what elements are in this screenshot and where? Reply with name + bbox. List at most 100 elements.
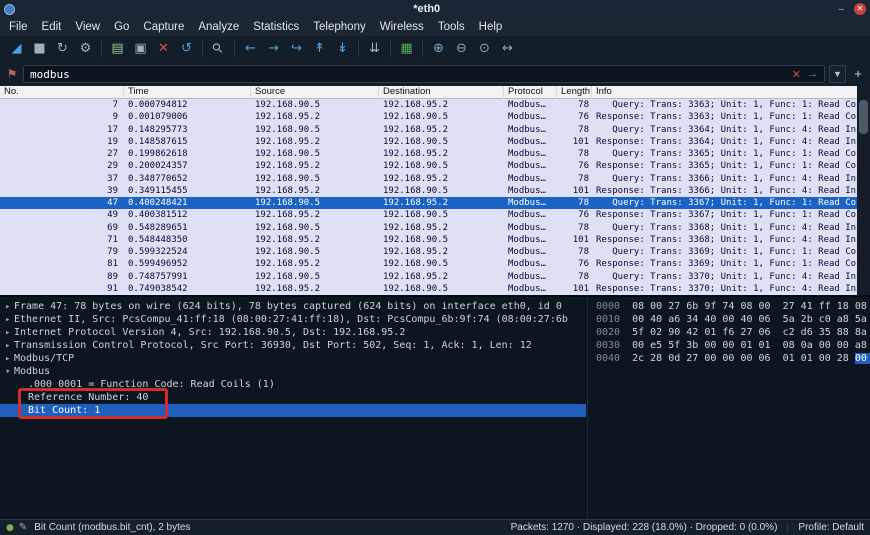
packet-row[interactable]: 810.599496952192.168.95.2192.168.90.5Mod… <box>0 258 870 270</box>
detail-line[interactable]: .000 0001 = Function Code: Read Coils (1… <box>0 378 586 391</box>
cell-info: Response: Trans: 3365; Unit: 1, Func: 1:… <box>592 160 870 172</box>
reload-icon[interactable]: ↺ <box>175 38 198 60</box>
title-bar: *eth0 – ✕ <box>0 0 870 18</box>
scrollbar-thumb[interactable] <box>859 100 868 134</box>
capture-options-icon[interactable]: ⚙ <box>74 38 97 60</box>
start-capture-icon[interactable]: ◢ <box>5 38 28 60</box>
packet-row[interactable]: 70.000794812192.168.90.5192.168.95.2Modb… <box>0 99 870 111</box>
add-filter-button[interactable]: + <box>850 65 866 83</box>
packet-row[interactable]: 170.148295773192.168.90.5192.168.95.2Mod… <box>0 124 870 136</box>
minimize-button[interactable]: – <box>838 4 844 15</box>
cell-len: 78 <box>557 148 592 160</box>
apply-filter-icon[interactable]: → <box>807 68 818 80</box>
zoom-out-icon[interactable]: ⊖ <box>450 38 473 60</box>
menu-capture[interactable]: Capture <box>136 18 191 36</box>
menu-go[interactable]: Go <box>107 18 136 36</box>
hex-line[interactable]: 003000 e5 5f 3b 00 00 01 01 08 0a 00 00 … <box>596 339 870 352</box>
expand-arrow-icon[interactable]: ▸ <box>0 301 14 313</box>
column-header-src[interactable]: Source <box>251 86 379 99</box>
detail-line[interactable]: ▸Internet Protocol Version 4, Src: 192.1… <box>0 326 586 339</box>
menu-statistics[interactable]: Statistics <box>246 18 306 36</box>
packet-row[interactable]: 190.148587615192.168.95.2192.168.90.5Mod… <box>0 136 870 148</box>
find-packet-icon[interactable]: ⚲ <box>203 33 235 65</box>
cell-info: Response: Trans: 3363; Unit: 1, Func: 1:… <box>592 111 870 123</box>
hex-line[interactable]: 00205f 02 90 42 01 f6 27 06 c2 d6 35 88 … <box>596 326 870 339</box>
resize-columns-icon[interactable]: ↔ <box>496 38 519 60</box>
packet-row[interactable]: 690.548289651192.168.90.5192.168.95.2Mod… <box>0 222 870 234</box>
zoom-original-icon[interactable]: ⊙ <box>473 38 496 60</box>
close-button[interactable]: ✕ <box>854 3 866 15</box>
packet-row[interactable]: 890.748757991192.168.90.5192.168.95.2Mod… <box>0 271 870 283</box>
menu-edit[interactable]: Edit <box>35 18 69 36</box>
forward-icon[interactable]: → <box>262 38 285 60</box>
filter-dropdown-icon[interactable]: ▼ <box>829 65 846 83</box>
column-header-info[interactable]: Info <box>592 86 870 99</box>
column-header-no[interactable]: No. <box>0 86 124 99</box>
zoom-in-icon[interactable]: ⊕ <box>427 38 450 60</box>
packet-list-scrollbar[interactable] <box>857 86 870 295</box>
packet-row[interactable]: 270.199862618192.168.90.5192.168.95.2Mod… <box>0 148 870 160</box>
collapse-arrow-icon[interactable]: ▾ <box>0 366 14 378</box>
menu-tools[interactable]: Tools <box>431 18 472 36</box>
menu-file[interactable]: File <box>2 18 35 36</box>
packet-row[interactable]: 390.349115455192.168.95.2192.168.90.5Mod… <box>0 185 870 197</box>
column-header-time[interactable]: Time <box>124 86 251 99</box>
detail-line[interactable]: ▸Transmission Control Protocol, Src Port… <box>0 339 586 352</box>
expand-arrow-icon[interactable]: ▸ <box>0 353 14 365</box>
detail-line[interactable]: ▾Modbus <box>0 365 586 378</box>
hex-line[interactable]: 000008 00 27 6b 9f 74 08 00 27 41 ff 18 … <box>596 300 870 313</box>
detail-line[interactable]: ▸Frame 47: 78 bytes on wire (624 bits), … <box>0 300 586 313</box>
clear-filter-icon[interactable]: ✕ <box>792 68 801 81</box>
close-file-icon[interactable]: ✕ <box>152 38 175 60</box>
goto-packet-icon[interactable]: ↪ <box>285 38 308 60</box>
packet-row[interactable]: 370.348770652192.168.90.5192.168.95.2Mod… <box>0 173 870 185</box>
expand-arrow-icon[interactable]: ▸ <box>0 314 14 326</box>
packet-row[interactable]: 290.200024357192.168.95.2192.168.90.5Mod… <box>0 160 870 172</box>
expand-arrow-icon[interactable]: ▸ <box>0 327 14 339</box>
main-toolbar: ◢■↻⚙ ▤▣✕↺⚲←→↪↟↡ ⇊ ▦ ⊕⊖⊙↔ <box>0 36 870 62</box>
expand-arrow-icon[interactable]: ▸ <box>0 340 14 352</box>
packet-row[interactable]: 910.749038542192.168.95.2192.168.90.5Mod… <box>0 283 870 295</box>
cell-proto: Modbus… <box>504 99 557 111</box>
detail-text: Modbus <box>14 366 50 377</box>
hex-line[interactable]: 00402c 28 0d 27 00 00 00 06 01 01 00 28 … <box>596 352 870 365</box>
cell-no: 17 <box>0 124 124 136</box>
column-header-len[interactable]: Length <box>557 86 592 99</box>
capture-comment-icon[interactable]: ✎ <box>19 522 27 533</box>
cell-src: 192.168.90.5 <box>251 271 379 283</box>
menu-wireless[interactable]: Wireless <box>373 18 431 36</box>
bookmark-icon[interactable]: ⚑ <box>4 67 20 81</box>
auto-scroll-icon[interactable]: ⇊ <box>363 38 386 60</box>
colorize-icon[interactable]: ▦ <box>395 38 418 60</box>
menu-view[interactable]: View <box>68 18 107 36</box>
column-header-dst[interactable]: Destination <box>379 86 504 99</box>
save-file-icon[interactable]: ▣ <box>129 38 152 60</box>
open-file-icon[interactable]: ▤ <box>106 38 129 60</box>
cell-src: 192.168.90.5 <box>251 197 379 209</box>
back-icon[interactable]: ← <box>239 38 262 60</box>
packet-row[interactable]: 790.599322524192.168.90.5192.168.95.2Mod… <box>0 246 870 258</box>
display-filter-input[interactable]: modbus ✕ → <box>23 65 825 83</box>
restart-capture-icon[interactable]: ↻ <box>51 38 74 60</box>
packet-row[interactable]: 490.400381512192.168.95.2192.168.90.5Mod… <box>0 209 870 221</box>
detail-line[interactable]: ▸Modbus/TCP <box>0 352 586 365</box>
packet-row[interactable]: 470.400248421192.168.90.5192.168.95.2Mod… <box>0 197 870 209</box>
packet-row[interactable]: 90.001079006192.168.95.2192.168.90.5Modb… <box>0 111 870 123</box>
filter-text[interactable]: modbus <box>30 68 786 81</box>
status-profile[interactable]: Profile: Default <box>798 522 864 533</box>
first-packet-icon[interactable]: ↟ <box>308 38 331 60</box>
packet-row[interactable]: 710.548448350192.168.95.2192.168.90.5Mod… <box>0 234 870 246</box>
cell-proto: Modbus… <box>504 124 557 136</box>
menu-telephony[interactable]: Telephony <box>306 18 372 36</box>
cell-len: 76 <box>557 111 592 123</box>
expert-info-icon[interactable]: ● <box>6 523 14 533</box>
stop-capture-icon[interactable]: ■ <box>28 38 51 60</box>
hex-line[interactable]: 001000 40 a6 34 40 00 40 06 5a 2b c0 a8 … <box>596 313 870 326</box>
detail-text: Frame 47: 78 bytes on wire (624 bits), 7… <box>14 301 562 312</box>
detail-line[interactable]: Reference Number: 40 <box>0 391 586 404</box>
column-header-proto[interactable]: Protocol <box>504 86 557 99</box>
last-packet-icon[interactable]: ↡ <box>331 38 354 60</box>
detail-line[interactable]: ▸Ethernet II, Src: PcsCompu_41:ff:18 (08… <box>0 313 586 326</box>
menu-help[interactable]: Help <box>472 18 510 36</box>
detail-line[interactable]: Bit Count: 1 <box>0 404 586 417</box>
